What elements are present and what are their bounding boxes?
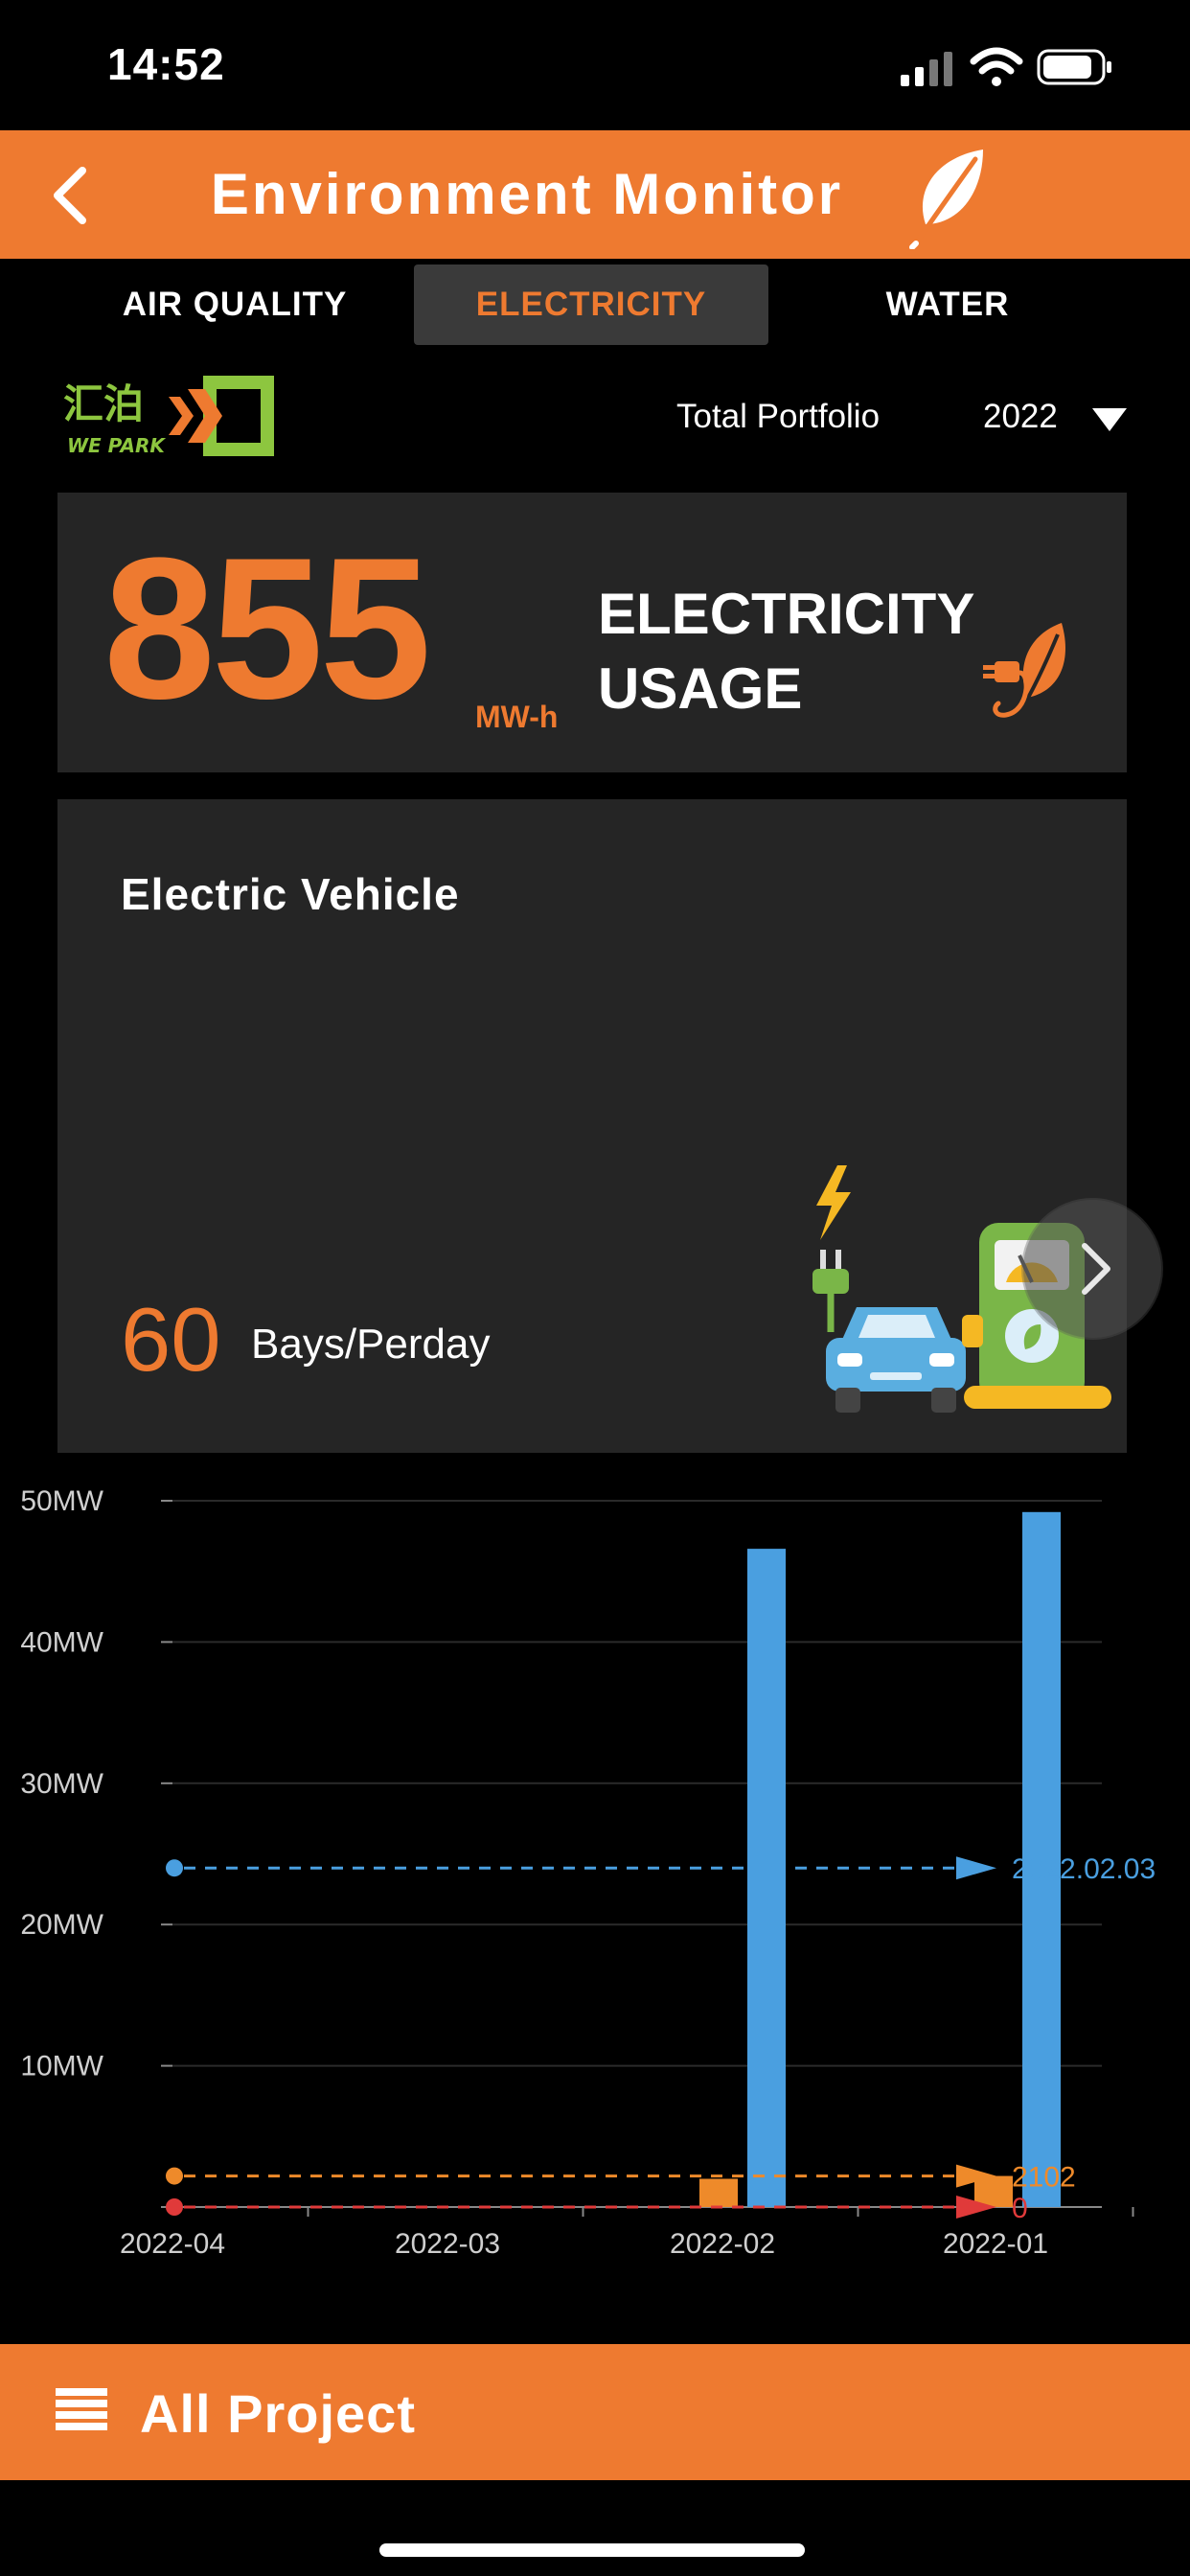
list-menu-icon bbox=[56, 2388, 107, 2430]
mark-line-label: 2022.02.03 bbox=[1012, 1853, 1156, 1885]
mark-line-start-dot bbox=[166, 1859, 183, 1877]
chart-x-ticks: 2022-04 2022-03 2022-02 2022-01 bbox=[120, 2228, 1048, 2260]
logo-text-cn: 汇泊 bbox=[63, 380, 144, 427]
mark-line-start-dot bbox=[166, 2167, 183, 2185]
mark-line-label: 0 bbox=[1012, 2193, 1028, 2224]
usage-label-line2: USAGE bbox=[598, 656, 803, 721]
status-time: 14:52 bbox=[107, 39, 225, 89]
x-tick-label: 2022-04 bbox=[120, 2228, 225, 2260]
status-bar: 14:52 bbox=[0, 0, 1190, 130]
portfolio-selector[interactable]: Total Portfolio bbox=[676, 398, 880, 436]
battery-icon bbox=[1037, 49, 1111, 85]
year-selector[interactable]: 2022 bbox=[983, 398, 1058, 436]
mark-line-label: 2102 bbox=[1012, 2162, 1076, 2194]
cellular-signal-icon bbox=[901, 52, 952, 86]
electricity-usage-card: 855 MW-h ELECTRICITY USAGE bbox=[57, 493, 1127, 772]
home-indicator[interactable] bbox=[379, 2543, 805, 2557]
all-project-bar[interactable]: All Project bbox=[0, 2344, 1190, 2480]
tab-water[interactable]: WATER bbox=[770, 264, 1125, 345]
ev-value: 60 bbox=[121, 1289, 221, 1390]
y-tick-label: 10MW bbox=[20, 2051, 103, 2082]
electric-vehicle-card: Electric Vehicle 60 Bays/Perday bbox=[57, 799, 1127, 1453]
tab-bar: AIR QUALITY ELECTRICITY WATER bbox=[0, 261, 1190, 349]
chart-y-ticks: 50MW 40MW 30MW 20MW 10MW bbox=[20, 1485, 103, 2082]
usage-value: 855 bbox=[103, 516, 431, 741]
next-card-button[interactable] bbox=[1021, 1198, 1163, 1340]
app-header: Environment Monitor bbox=[0, 130, 1190, 259]
bar-2022-02-s1 bbox=[747, 1549, 786, 2207]
chart-mark-lines: 2022.02.03 21020 bbox=[166, 1853, 1156, 2224]
ev-unit: Bays/Perday bbox=[251, 1321, 491, 1368]
x-tick-label: 2022-03 bbox=[395, 2228, 500, 2260]
bar-2022-01-s0 bbox=[974, 2175, 1013, 2207]
we-park-logo: 汇泊 WE PARK bbox=[63, 376, 274, 457]
dropdown-triangle-icon[interactable] bbox=[1090, 406, 1129, 433]
y-tick-label: 30MW bbox=[20, 1768, 103, 1800]
leaf-icon bbox=[909, 150, 983, 249]
tab-air-quality[interactable]: AIR QUALITY bbox=[57, 264, 412, 345]
chart-grid bbox=[161, 1500, 1134, 2217]
y-tick-label: 50MW bbox=[20, 1485, 103, 1517]
mark-line-start-dot bbox=[166, 2198, 183, 2216]
x-tick-label: 2022-02 bbox=[670, 2228, 775, 2260]
page-title: Environment Monitor bbox=[210, 162, 844, 226]
mark-line-arrow bbox=[956, 1856, 996, 1880]
x-tick-label: 2022-01 bbox=[943, 2228, 1048, 2260]
electricity-bar-chart: 2022.02.03 21020 50MW 40MW 30MW 20MW 10MW 202… bbox=[20, 1485, 1156, 2260]
plug-leaf-icon bbox=[983, 623, 1065, 718]
y-tick-label: 20MW bbox=[20, 1909, 103, 1941]
bar-2022-02-s0 bbox=[699, 2178, 738, 2207]
wifi-icon bbox=[970, 47, 1023, 86]
usage-label: ELECTRICITY USAGE bbox=[598, 577, 974, 726]
usage-label-line1: ELECTRICITY bbox=[598, 582, 975, 646]
y-tick-label: 40MW bbox=[20, 1626, 103, 1658]
tab-electricity[interactable]: ELECTRICITY bbox=[414, 264, 768, 345]
chart-bars bbox=[699, 1511, 1061, 2207]
all-project-label: All Project bbox=[140, 2383, 416, 2444]
logo-text-en: WE PARK bbox=[67, 434, 166, 457]
ev-title: Electric Vehicle bbox=[121, 869, 460, 919]
usage-unit: MW-h bbox=[475, 700, 559, 734]
